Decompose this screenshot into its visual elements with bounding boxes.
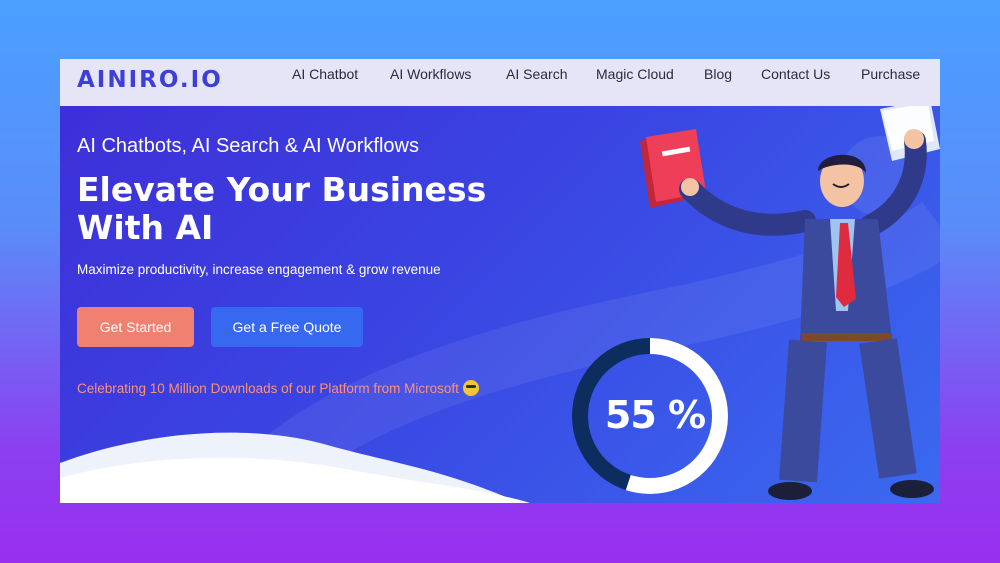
- nav-ai-workflows[interactable]: AI Workflows: [390, 66, 471, 82]
- nav-blog[interactable]: Blog: [704, 66, 732, 82]
- get-started-button[interactable]: Get Started: [77, 307, 194, 347]
- hero-subtitle: AI Chatbots, AI Search & AI Workflows: [77, 135, 420, 157]
- hero-tagline: Maximize productivity, increase engageme…: [77, 262, 441, 277]
- brand-logo[interactable]: AINIRO.IO: [77, 67, 223, 93]
- nav-ai-search[interactable]: AI Search: [506, 66, 567, 82]
- website-frame: AINIRO.IO AI Chatbot AI Workflows AI Sea…: [60, 59, 940, 503]
- businessman-illustration: [640, 99, 940, 500]
- get-free-quote-button[interactable]: Get a Free Quote: [211, 307, 363, 347]
- nav-magic-cloud[interactable]: Magic Cloud: [596, 66, 674, 82]
- celebration-text: Celebrating 10 Million Downloads of our …: [77, 380, 479, 396]
- smile-emoji-icon: [462, 380, 479, 396]
- nav-contact-us[interactable]: Contact Us: [761, 66, 830, 82]
- top-navigation: AINIRO.IO AI Chatbot AI Workflows AI Sea…: [60, 59, 940, 106]
- celebration-label: Celebrating 10 Million Downloads of our …: [77, 381, 459, 396]
- nav-purchase[interactable]: Purchase: [861, 66, 920, 82]
- nav-ai-chatbot[interactable]: AI Chatbot: [292, 66, 358, 82]
- hero-wave: [60, 432, 530, 503]
- hero-headline: Elevate Your Business With AI: [77, 170, 487, 247]
